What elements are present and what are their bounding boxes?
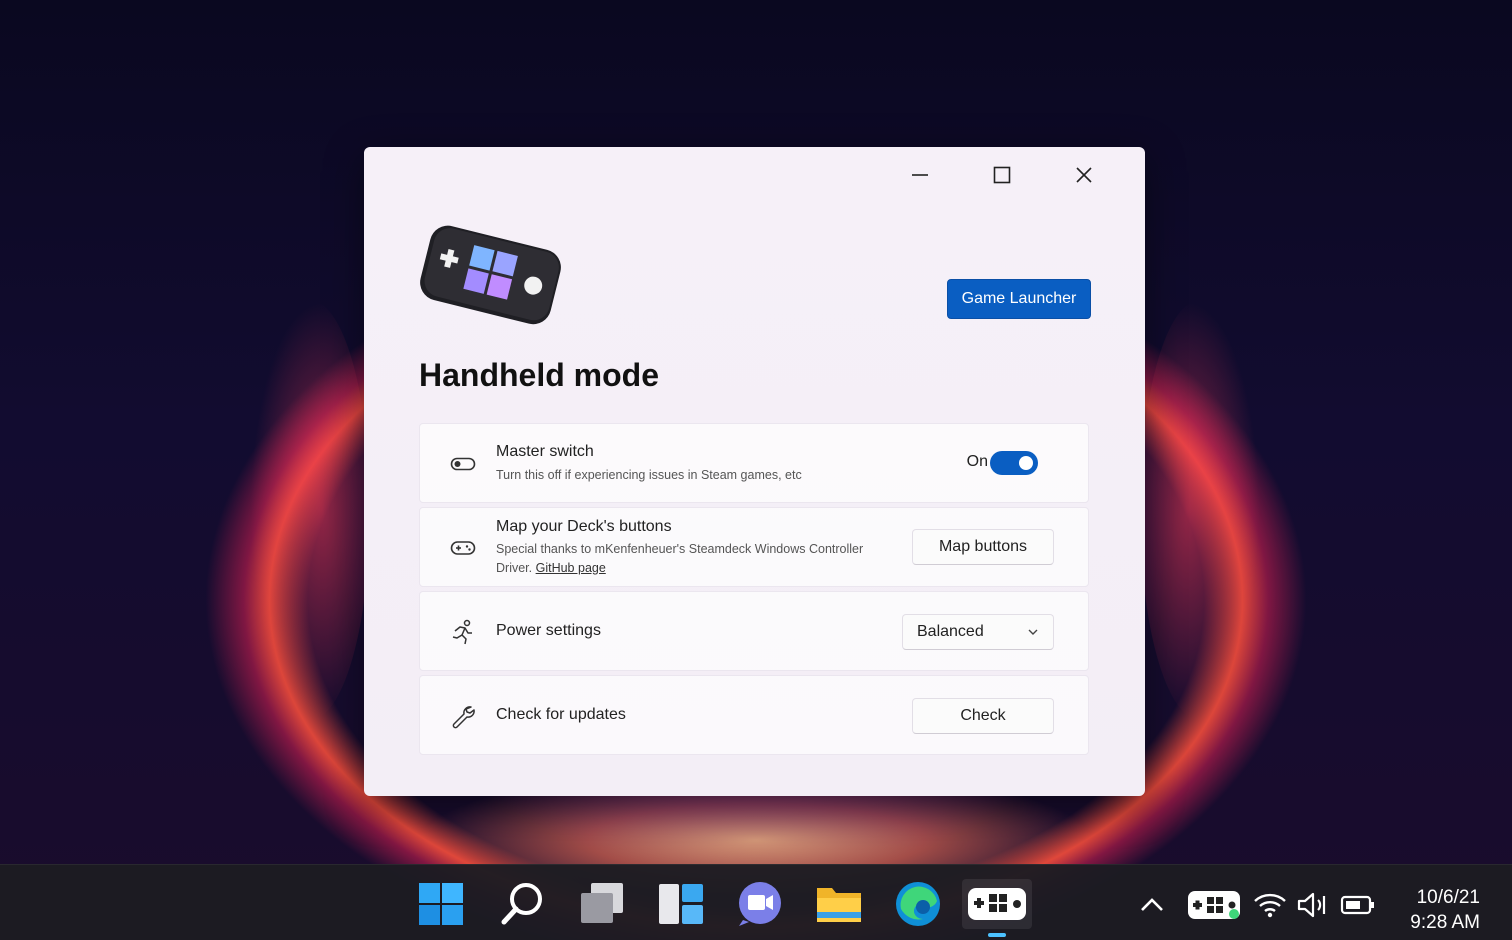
handheld-icon <box>1188 891 1240 919</box>
handheld-mode-window: Game Launcher Handheld mode Master switc… <box>364 147 1145 796</box>
master-switch-description: Turn this off if experiencing issues in … <box>496 468 802 482</box>
widgets-button[interactable] <box>654 879 708 929</box>
active-app-indicator <box>988 933 1006 937</box>
handheld-app-button[interactable] <box>962 879 1032 937</box>
battery-icon <box>1340 895 1374 915</box>
handheld-icon <box>968 888 1026 920</box>
map-buttons-title: Map your Deck's buttons <box>496 518 672 535</box>
master-switch-state: On <box>966 453 988 470</box>
wallpaper-glow <box>1140 300 1260 720</box>
running-person-icon <box>448 617 478 647</box>
master-switch-title: Master switch <box>496 443 594 460</box>
window-controls <box>879 157 1125 193</box>
power-mode-value: Balanced <box>917 623 984 640</box>
chevron-up-icon <box>1141 898 1163 911</box>
game-launcher-button[interactable]: Game Launcher <box>947 279 1091 319</box>
power-mode-select[interactable]: Balanced <box>902 614 1054 650</box>
maximize-icon <box>993 166 1011 184</box>
github-page-link[interactable]: GitHub page <box>536 561 606 575</box>
minimize-button[interactable] <box>879 157 961 193</box>
start-button[interactable] <box>414 879 468 929</box>
file-explorer-button[interactable] <box>812 879 866 929</box>
close-icon <box>1076 167 1092 183</box>
widgets-icon <box>659 884 703 924</box>
windows-logo-icon <box>419 883 463 925</box>
wrench-icon <box>448 701 478 731</box>
chat-button[interactable] <box>733 879 787 929</box>
master-switch-card: Master switch Turn this off if experienc… <box>419 423 1089 503</box>
maximize-button[interactable] <box>961 157 1043 193</box>
teams-chat-icon <box>739 882 781 926</box>
battery-button[interactable] <box>1340 889 1376 921</box>
check-updates-button[interactable]: Check <box>912 698 1054 734</box>
gamepad-icon <box>448 533 478 563</box>
updates-title: Check for updates <box>496 706 626 723</box>
power-settings-card: Power settings Balanced <box>419 591 1089 671</box>
clock-time: 9:28 AM <box>1410 912 1480 933</box>
volume-button[interactable] <box>1294 889 1330 921</box>
map-buttons-description: Special thanks to mKenfenheuer's Steamde… <box>496 540 866 578</box>
chevron-down-icon <box>1028 629 1038 635</box>
clock[interactable]: 10/6/21 9:28 AM <box>1410 885 1480 935</box>
clock-date: 10/6/21 <box>1416 887 1480 908</box>
edge-icon <box>896 882 940 926</box>
toggle-knob <box>1019 456 1033 470</box>
map-buttons-card: Map your Deck's buttons Special thanks t… <box>419 507 1089 587</box>
page-title: Handheld mode <box>419 357 660 393</box>
wifi-icon <box>1254 893 1286 918</box>
close-button[interactable] <box>1043 157 1125 193</box>
folder-icon <box>817 888 861 922</box>
minimize-icon <box>912 174 928 176</box>
master-switch-toggle[interactable] <box>990 451 1038 475</box>
handheld-logo-icon <box>416 217 566 329</box>
toggle-icon <box>448 449 478 479</box>
search-icon <box>501 883 542 925</box>
task-view-button[interactable] <box>575 879 629 929</box>
show-hidden-icons-button[interactable] <box>1134 889 1170 921</box>
wifi-button[interactable] <box>1252 889 1288 921</box>
wallpaper-glow <box>250 300 370 720</box>
map-buttons-button[interactable]: Map buttons <box>912 529 1054 565</box>
task-view-icon <box>581 883 623 923</box>
taskbar: 10/6/21 9:28 AM <box>0 864 1512 940</box>
speaker-icon <box>1297 892 1326 918</box>
power-settings-title: Power settings <box>496 622 601 639</box>
updates-card: Check for updates Check <box>419 675 1089 755</box>
tray-handheld-button[interactable] <box>1186 889 1242 921</box>
search-button[interactable] <box>496 879 550 929</box>
edge-browser-button[interactable] <box>891 879 945 929</box>
